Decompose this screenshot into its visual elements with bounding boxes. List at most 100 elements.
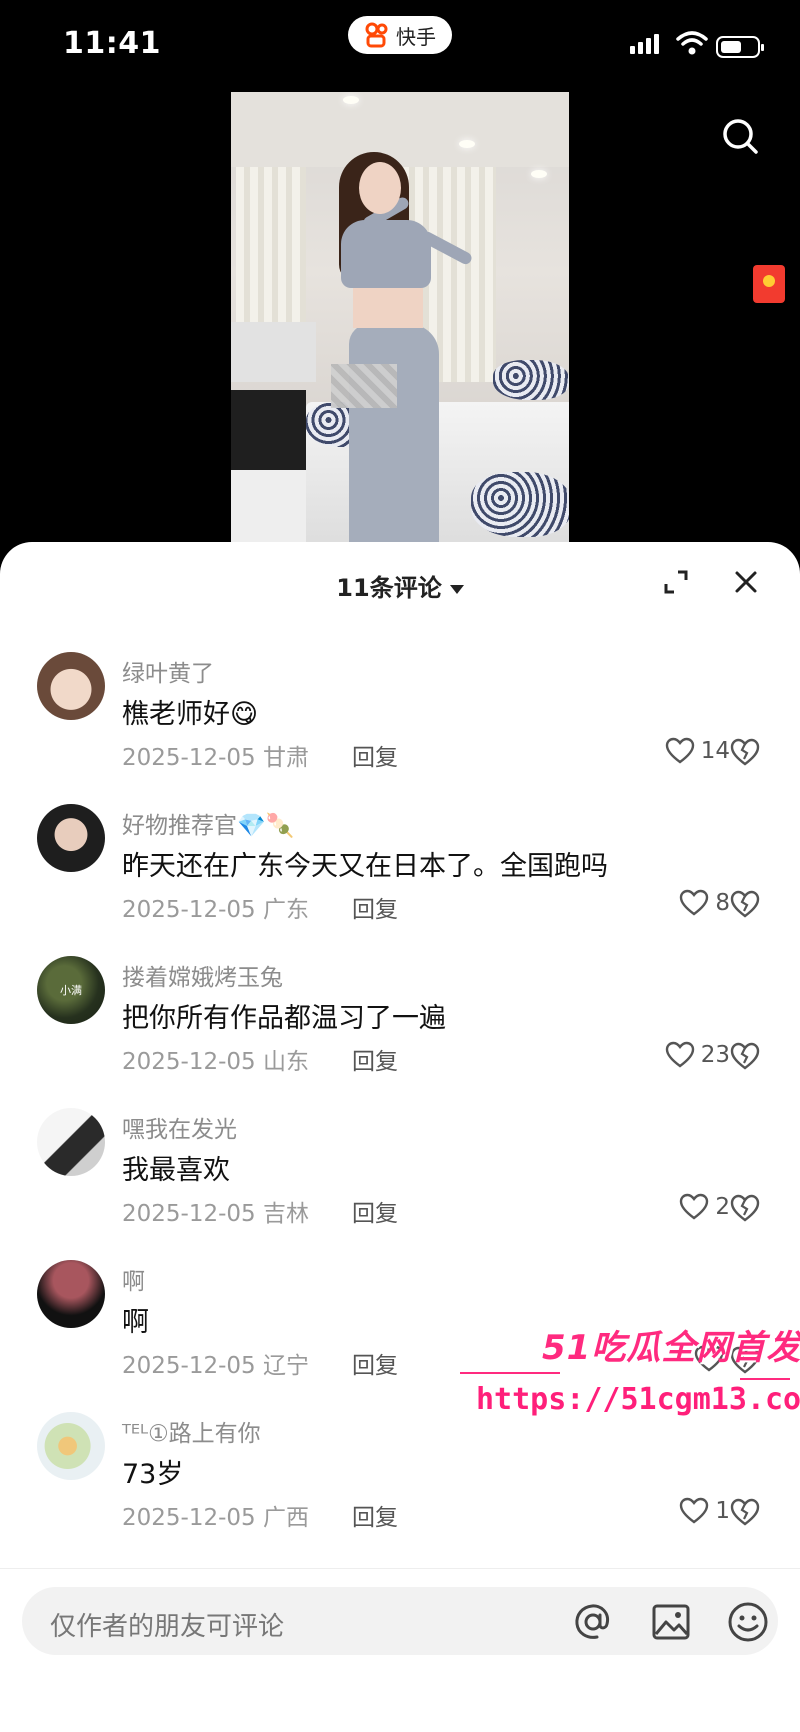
- red-packet-icon[interactable]: [753, 265, 785, 303]
- at-mention-icon[interactable]: [573, 1602, 613, 1642]
- comment-input[interactable]: 仅作者的朋友可评论: [22, 1587, 778, 1655]
- person-top: [341, 220, 431, 288]
- avatar[interactable]: [37, 1260, 105, 1328]
- comment-item: 小满 搂着嫦娥烤玉兔 把你所有作品都温习了一遍 2025-12-05 山东 回复…: [0, 956, 800, 1096]
- comment-username[interactable]: 啊: [122, 1262, 145, 1296]
- watermark-line: [740, 1378, 790, 1380]
- emoji-icon[interactable]: [727, 1601, 769, 1643]
- search-icon[interactable]: [720, 116, 760, 156]
- heart-icon: [680, 889, 709, 916]
- expand-icon[interactable]: [662, 568, 690, 596]
- battery-icon: [716, 36, 764, 58]
- like-count: 23: [700, 1042, 730, 1068]
- comment-item: 绿叶黄了 樵老师好😋 2025-12-05 甘肃 回复 14: [0, 652, 800, 792]
- kuaishou-logo-icon: [365, 22, 388, 48]
- comments-title: 11条评论: [336, 574, 442, 602]
- like-button[interactable]: 1: [620, 1494, 730, 1528]
- avatar[interactable]: [37, 652, 105, 720]
- microwave: [231, 390, 306, 470]
- like-button[interactable]: 14: [620, 734, 730, 768]
- ceiling-light: [531, 170, 547, 178]
- signal-icon: [630, 34, 659, 54]
- video-player[interactable]: [231, 92, 569, 542]
- comment-text: 73岁: [122, 1459, 184, 1490]
- image-icon[interactable]: [651, 1602, 691, 1642]
- broken-heart-icon[interactable]: [729, 1192, 761, 1224]
- comment-username[interactable]: 绿叶黄了: [122, 654, 214, 688]
- heart-icon: [665, 737, 694, 764]
- comments-header: 11条评论: [0, 542, 800, 622]
- reply-button[interactable]: 回复: [352, 738, 398, 772]
- comment-region: 广东: [262, 897, 309, 923]
- comment-date: 2025-12-05: [122, 1049, 256, 1075]
- heart-icon: [680, 1497, 709, 1524]
- comment-text: 我最喜欢: [122, 1155, 230, 1186]
- comment-item: 嘿我在发光 我最喜欢 2025-12-05 吉林 回复 2: [0, 1108, 800, 1248]
- like-count: 2: [715, 1194, 730, 1220]
- comment-text: 樵老师好😋: [122, 699, 259, 730]
- ceiling-light: [459, 140, 475, 148]
- status-time: 11:41: [63, 26, 161, 61]
- comment-region: 甘肃: [262, 745, 309, 771]
- video-scene: [231, 92, 569, 167]
- heart-icon: [680, 1193, 709, 1220]
- like-count: 8: [715, 890, 730, 916]
- comment-date: 2025-12-05: [122, 1505, 256, 1531]
- status-bar: 11:41 快手: [0, 0, 800, 92]
- like-count: 1: [715, 1498, 730, 1524]
- comment-region: 山东: [262, 1049, 309, 1075]
- avatar[interactable]: [37, 1108, 105, 1176]
- comment-username[interactable]: ᵀᴱᴸ①路上有你: [122, 1414, 261, 1448]
- comment-meta: 2025-12-05 甘肃: [122, 738, 309, 772]
- comment-meta: 2025-12-05 吉林: [122, 1194, 309, 1228]
- app-badge[interactable]: 快手: [348, 16, 452, 54]
- comment-text: 把你所有作品都温习了一遍: [122, 1003, 446, 1034]
- broken-heart-icon[interactable]: [729, 888, 761, 920]
- reply-button[interactable]: 回复: [352, 1498, 398, 1532]
- comment-meta: 2025-12-05 广东: [122, 890, 309, 924]
- like-button[interactable]: 2: [620, 1190, 730, 1224]
- avatar[interactable]: 小满: [37, 956, 105, 1024]
- close-icon[interactable]: [732, 568, 760, 596]
- comment-date: 2025-12-05: [122, 1201, 256, 1227]
- pillow: [493, 360, 569, 400]
- comment-username[interactable]: 好物推荐官💎🍡: [122, 806, 294, 840]
- reply-button[interactable]: 回复: [352, 1194, 398, 1228]
- comment-meta: 2025-12-05 广西: [122, 1498, 309, 1532]
- comment-date: 2025-12-05: [122, 897, 256, 923]
- ceiling-light: [343, 96, 359, 104]
- shelf: [231, 322, 316, 382]
- caret-down-icon: [449, 584, 464, 594]
- comment-date: 2025-12-05: [122, 745, 256, 771]
- watermark-url: https://51cgm13.com: [476, 1382, 800, 1417]
- comment-username[interactable]: 嘿我在发光: [122, 1110, 237, 1144]
- comment-date: 2025-12-05: [122, 1353, 256, 1379]
- reply-button[interactable]: 回复: [352, 890, 398, 924]
- reply-button[interactable]: 回复: [352, 1346, 398, 1380]
- comment-meta: 2025-12-05 辽宁: [122, 1346, 309, 1380]
- comment-username[interactable]: 搂着嫦娥烤玉兔: [122, 958, 283, 992]
- heart-icon: [665, 1041, 694, 1068]
- watermark-line: [460, 1372, 560, 1374]
- pillow: [471, 472, 569, 537]
- comment-input-placeholder: 仅作者的朋友可评论: [50, 1612, 285, 1642]
- avatar[interactable]: [37, 1412, 105, 1480]
- mosaic-blur: [331, 364, 397, 408]
- broken-heart-icon[interactable]: [729, 1040, 761, 1072]
- comment-input-bar: 仅作者的朋友可评论: [0, 1568, 800, 1732]
- person-waist: [353, 288, 423, 328]
- comments-sheet: 11条评论 绿叶黄了 樵老师好😋 2025-12-05 甘肃 回复 14 好物推…: [0, 542, 800, 1731]
- broken-heart-icon[interactable]: [729, 736, 761, 768]
- comment-region: 广西: [262, 1505, 309, 1531]
- comment-item: 好物推荐官💎🍡 昨天还在广东今天又在日本了。全国跑吗 2025-12-05 广东…: [0, 804, 800, 944]
- avatar[interactable]: [37, 804, 105, 872]
- reply-button[interactable]: 回复: [352, 1042, 398, 1076]
- watermark-title: 51吃瓜全网首发: [542, 1328, 800, 1368]
- comment-region: 吉林: [262, 1201, 309, 1227]
- person-legs: [349, 324, 439, 542]
- broken-heart-icon[interactable]: [729, 1496, 761, 1528]
- like-button[interactable]: 8: [620, 886, 730, 920]
- comment-text: 昨天还在广东今天又在日本了。全国跑吗: [122, 851, 608, 882]
- like-button[interactable]: 23: [620, 1038, 730, 1072]
- wifi-icon: [676, 31, 708, 55]
